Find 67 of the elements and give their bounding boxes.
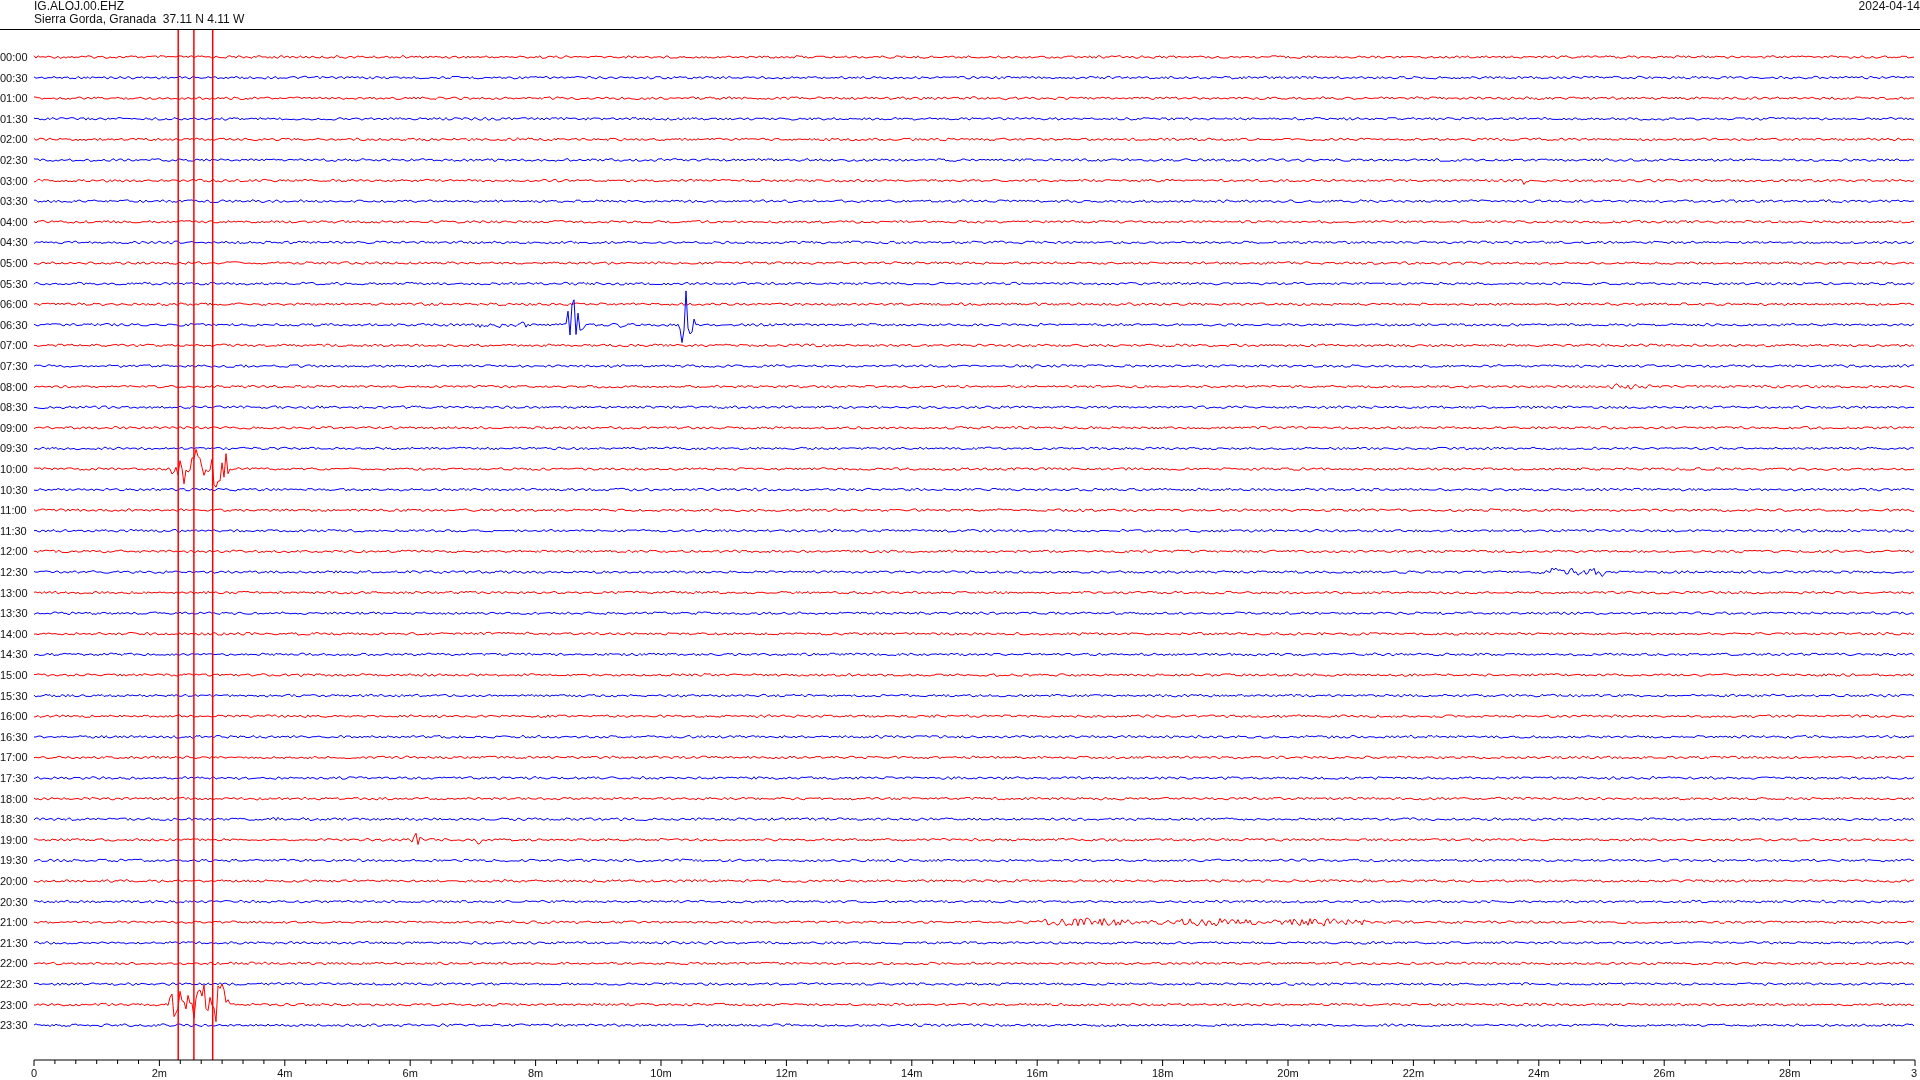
axis-tick-label: 4m bbox=[277, 1067, 293, 1079]
row-time-label: 11:00 bbox=[0, 504, 27, 517]
row-time-label: 07:30 bbox=[0, 360, 28, 372]
row-time-label: 02:30 bbox=[0, 154, 28, 166]
row-time-label: 19:30 bbox=[0, 854, 28, 867]
axis-tick-label: 6m bbox=[402, 1067, 418, 1079]
row-time-label: 09:00 bbox=[0, 421, 28, 434]
axis-tick-label: 24m bbox=[1528, 1067, 1550, 1079]
row-time-label: 21:30 bbox=[0, 936, 28, 949]
row-time-label: 21:00 bbox=[0, 916, 28, 929]
axis-tick-label: 18m bbox=[1151, 1067, 1174, 1079]
row-time-label: 05:00 bbox=[0, 257, 28, 269]
row-time-label: 12:00 bbox=[0, 545, 28, 558]
row-time-label: 08:30 bbox=[0, 401, 28, 414]
row-time-label: 08:00 bbox=[0, 380, 28, 393]
row-time-label: 04:30 bbox=[0, 236, 28, 249]
axis-tick-label: 10m bbox=[650, 1067, 672, 1079]
row-time-label: 15:00 bbox=[0, 669, 28, 681]
row-time-label: 20:30 bbox=[0, 895, 28, 908]
axis-tick-label: 12m bbox=[775, 1067, 798, 1079]
row-time-label: 13:00 bbox=[0, 586, 28, 599]
row-time-label: 14:30 bbox=[0, 648, 28, 661]
row-time-label: 16:00 bbox=[0, 710, 28, 723]
row-time-label: 12:30 bbox=[0, 566, 28, 578]
axis-tick-label: 8m bbox=[527, 1067, 544, 1079]
row-time-label: 06:30 bbox=[0, 318, 28, 331]
row-time-label: 17:30 bbox=[0, 772, 28, 784]
row-time-label: 07:00 bbox=[0, 339, 28, 352]
axis-tick-label: 16m bbox=[1026, 1067, 1048, 1079]
row-time-label: 03:00 bbox=[0, 174, 28, 187]
axis-tick-label: 20m bbox=[1277, 1067, 1299, 1079]
row-time-label: 22:00 bbox=[0, 957, 28, 970]
row-time-label: 18:30 bbox=[0, 813, 28, 826]
row-time-label: 01:00 bbox=[0, 92, 28, 105]
row-time-label: 00:30 bbox=[0, 71, 28, 84]
axis-tick-label: 28m bbox=[1778, 1067, 1801, 1079]
row-time-label: 10:00 bbox=[0, 463, 28, 475]
axis-tick-label: 2m bbox=[151, 1067, 168, 1079]
station-location: Sierra Gorda, Granada 37.11 N 4.11 W bbox=[34, 13, 245, 26]
row-time-label: 13:30 bbox=[0, 607, 28, 620]
row-time-label: 04:00 bbox=[0, 215, 28, 228]
row-time-label: 09:30 bbox=[0, 442, 28, 455]
row-time-label: 01:30 bbox=[0, 112, 28, 125]
row-time-label: 06:00 bbox=[0, 298, 28, 311]
axis-tick-label: 0 bbox=[30, 1067, 38, 1079]
axis-tick-label: 26m bbox=[1653, 1067, 1675, 1079]
row-time-label: 19:00 bbox=[0, 833, 28, 846]
row-time-label: 18:00 bbox=[0, 792, 28, 805]
row-time-label: 16:30 bbox=[0, 730, 28, 743]
row-time-label: 10:30 bbox=[0, 483, 28, 496]
axis-tick-label: 22m bbox=[1402, 1067, 1425, 1079]
axis-tick-label: 14m bbox=[901, 1067, 923, 1079]
row-time-label: 14:00 bbox=[0, 627, 28, 640]
row-time-label: 03:30 bbox=[0, 195, 28, 208]
row-time-label: 05:30 bbox=[0, 277, 28, 290]
station-code: IG.ALOJ.00.EHZ bbox=[34, 0, 126, 13]
row-time-label: 02:00 bbox=[0, 133, 28, 146]
row-time-label: 17:00 bbox=[0, 751, 28, 764]
row-time-label: 20:00 bbox=[0, 875, 28, 887]
row-time-label: 23:00 bbox=[0, 998, 28, 1011]
row-time-label: 22:30 bbox=[0, 978, 28, 990]
axis-tick-label: 3 bbox=[1911, 1067, 1918, 1079]
row-time-label: 11:30 bbox=[0, 524, 27, 537]
row-time-label: 23:30 bbox=[0, 1019, 28, 1032]
row-time-label: 15:30 bbox=[0, 689, 28, 702]
row-time-label: 00:00 bbox=[0, 51, 28, 63]
plot-date: 2024-04-14 bbox=[1858, 0, 1920, 15]
